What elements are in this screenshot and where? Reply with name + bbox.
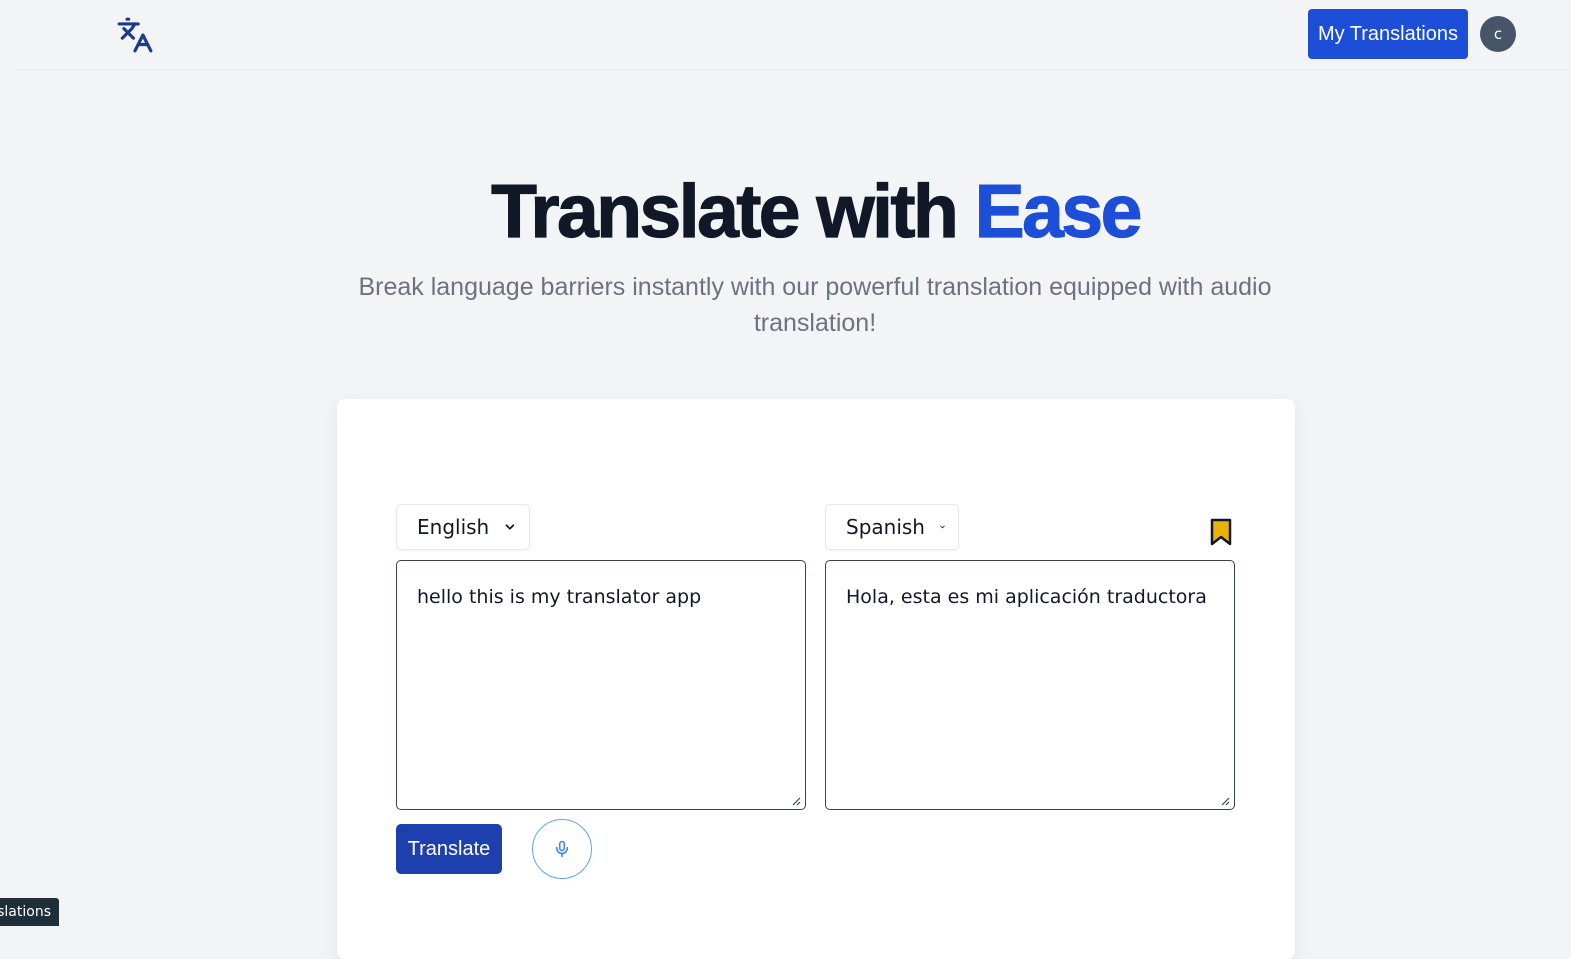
title-main: Translate with bbox=[491, 168, 975, 253]
page-subtitle: Break language barriers instantly with o… bbox=[358, 273, 1272, 337]
resize-handle-icon[interactable] bbox=[1220, 796, 1230, 806]
chevron-down-icon bbox=[505, 524, 515, 530]
chevron-down-icon bbox=[940, 525, 945, 529]
title-accent: Ease bbox=[974, 168, 1143, 253]
target-language-value: Spanish bbox=[846, 515, 925, 539]
source-text-input[interactable]: hello this is my translator app bbox=[396, 560, 806, 810]
tooltip-text: slations bbox=[0, 904, 51, 920]
my-translations-button[interactable]: My Translations bbox=[1307, 9, 1468, 59]
page-title: Translate with Ease bbox=[0, 168, 1571, 254]
resize-handle-icon[interactable] bbox=[791, 796, 801, 806]
source-language-select[interactable]: English bbox=[396, 504, 530, 550]
target-text-output[interactable]: Hola, esta es mi aplicación traductora bbox=[825, 560, 1235, 810]
target-language-select[interactable]: Spanish bbox=[825, 504, 959, 550]
microphone-icon bbox=[556, 840, 568, 858]
translate-button[interactable]: Translate bbox=[396, 824, 502, 874]
nav-actions: My Translations c bbox=[1307, 9, 1516, 59]
navbar: My Translations c bbox=[16, 0, 1571, 70]
bookmark-icon[interactable] bbox=[1209, 518, 1233, 546]
avatar[interactable]: c bbox=[1480, 16, 1516, 52]
tooltip: slations bbox=[0, 898, 59, 926]
translator-card: English Spanish hello this is my transla… bbox=[337, 399, 1295, 959]
microphone-button[interactable] bbox=[532, 819, 592, 879]
translate-icon[interactable] bbox=[116, 16, 154, 54]
source-language-value: English bbox=[417, 515, 490, 539]
